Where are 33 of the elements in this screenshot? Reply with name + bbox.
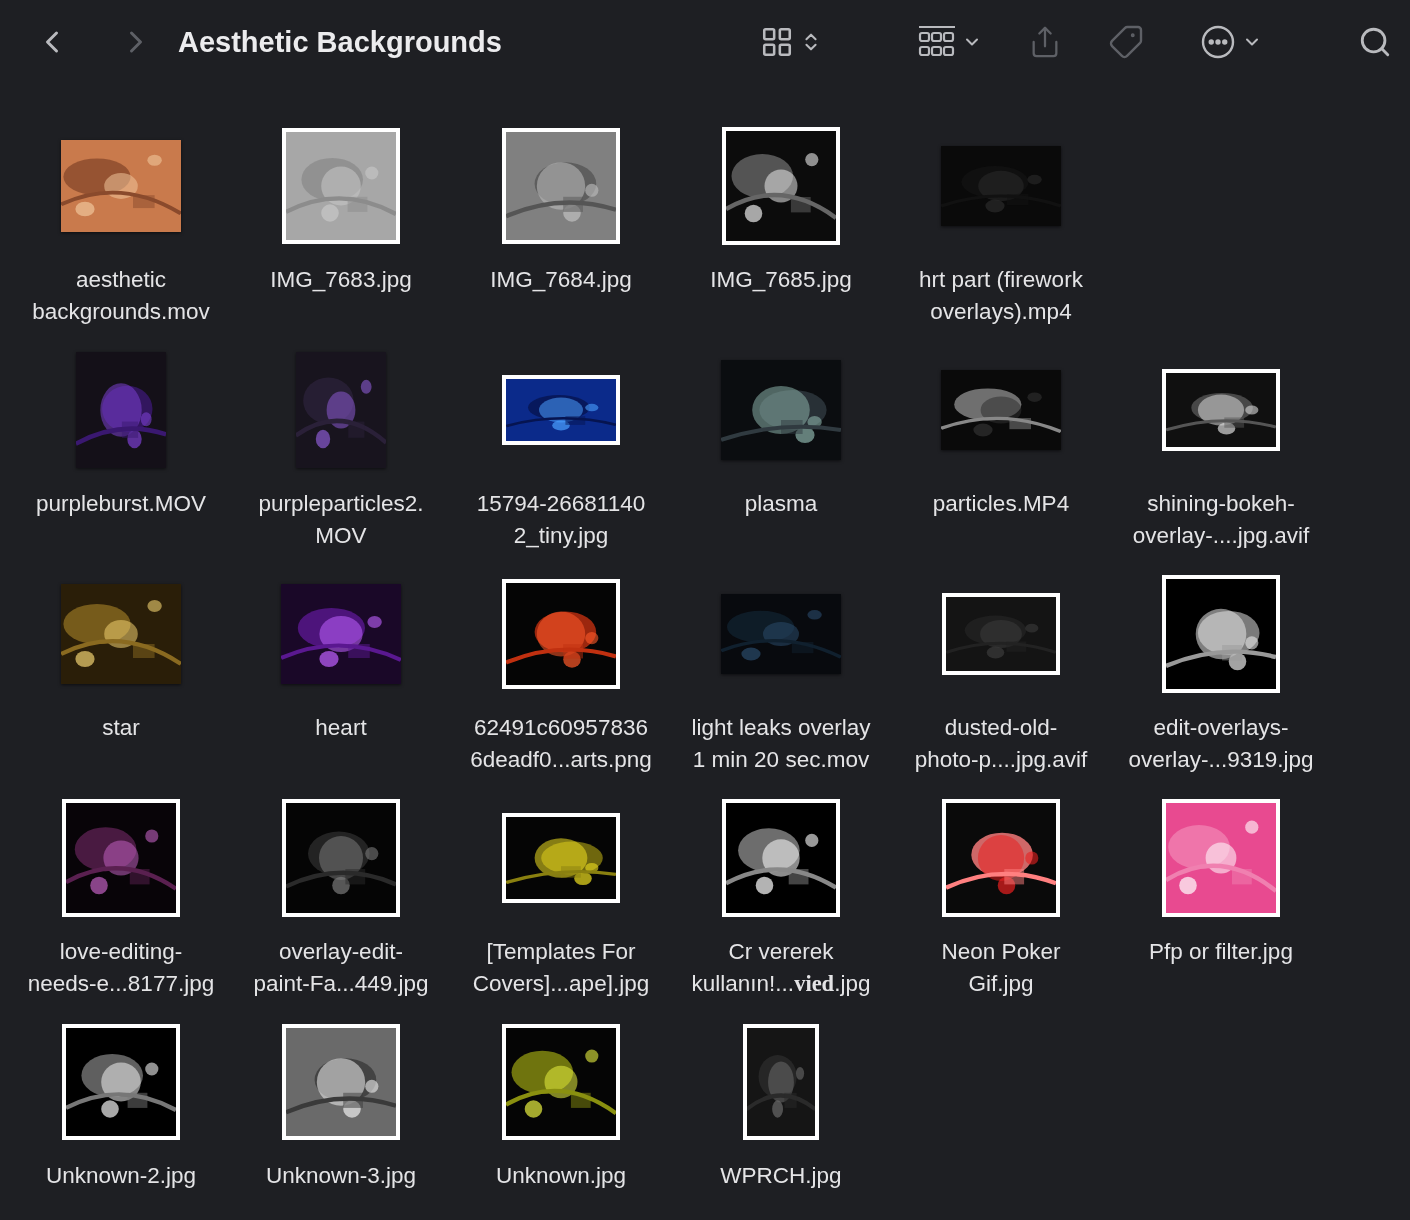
search-icon [1358, 25, 1392, 59]
file-name[interactable]: star [102, 712, 140, 744]
file-name[interactable]: shining-bokeh- overlay-....jpg.avif [1132, 488, 1310, 552]
file-name[interactable]: IMG_7684.jpg [490, 264, 632, 296]
file-name[interactable]: heart [315, 712, 367, 744]
file-name[interactable]: IMG_7683.jpg [270, 264, 412, 296]
file-name[interactable]: aesthetic backgrounds.mov [32, 264, 210, 328]
tag-icon [1108, 24, 1144, 60]
file-name[interactable]: purpleburst.MOV [35, 488, 207, 520]
file-name[interactable]: edit-overlays- overlay-...9319.jpg [1128, 712, 1314, 776]
file-name[interactable]: WPRCH.jpg [720, 1160, 842, 1192]
file-name[interactable]: Unknown-2.jpg [45, 1160, 197, 1192]
window-title: Aesthetic Backgrounds [178, 25, 502, 59]
file-name[interactable]: Unknown.jpg [495, 1160, 627, 1192]
file-name[interactable]: particles.MP4 [932, 488, 1070, 520]
file-name[interactable]: 15794-26681140 2_tiny.jpg [476, 488, 646, 552]
ellipsis-circle-icon [1200, 24, 1236, 60]
file-name[interactable]: plasma [744, 488, 818, 520]
group-icon [918, 25, 956, 59]
file-name[interactable]: light leaks overlay 1 min 20 sec.mov [691, 712, 871, 776]
file-name[interactable]: IMG_7685.jpg [710, 264, 852, 296]
file-name[interactable]: [Templates For Covers]...ape].jpg [472, 936, 650, 1000]
file-name[interactable]: Neon Poker Gif.jpg [941, 936, 1061, 1000]
grid-icon [760, 25, 794, 59]
file-name[interactable]: purpleparticles2. MOV [258, 488, 424, 552]
file-name[interactable]: 62491c60957836 6deadf0...arts.png [470, 712, 652, 776]
file-name[interactable]: Cr vererek kullanın!...vied.jpg [691, 936, 871, 1000]
file-name[interactable]: love-editing- needs-e...8177.jpg [27, 936, 215, 1000]
file-name[interactable]: Pfp or filter.jpg [1149, 936, 1293, 968]
file-name[interactable]: overlay-edit- paint-Fa...449.jpg [253, 936, 429, 1000]
file-name[interactable]: hrt part (firework overlays).mp4 [919, 264, 1083, 328]
file-name[interactable]: dusted-old- photo-p....jpg.avif [914, 712, 1088, 776]
file-name[interactable]: Unknown-3.jpg [265, 1160, 417, 1192]
